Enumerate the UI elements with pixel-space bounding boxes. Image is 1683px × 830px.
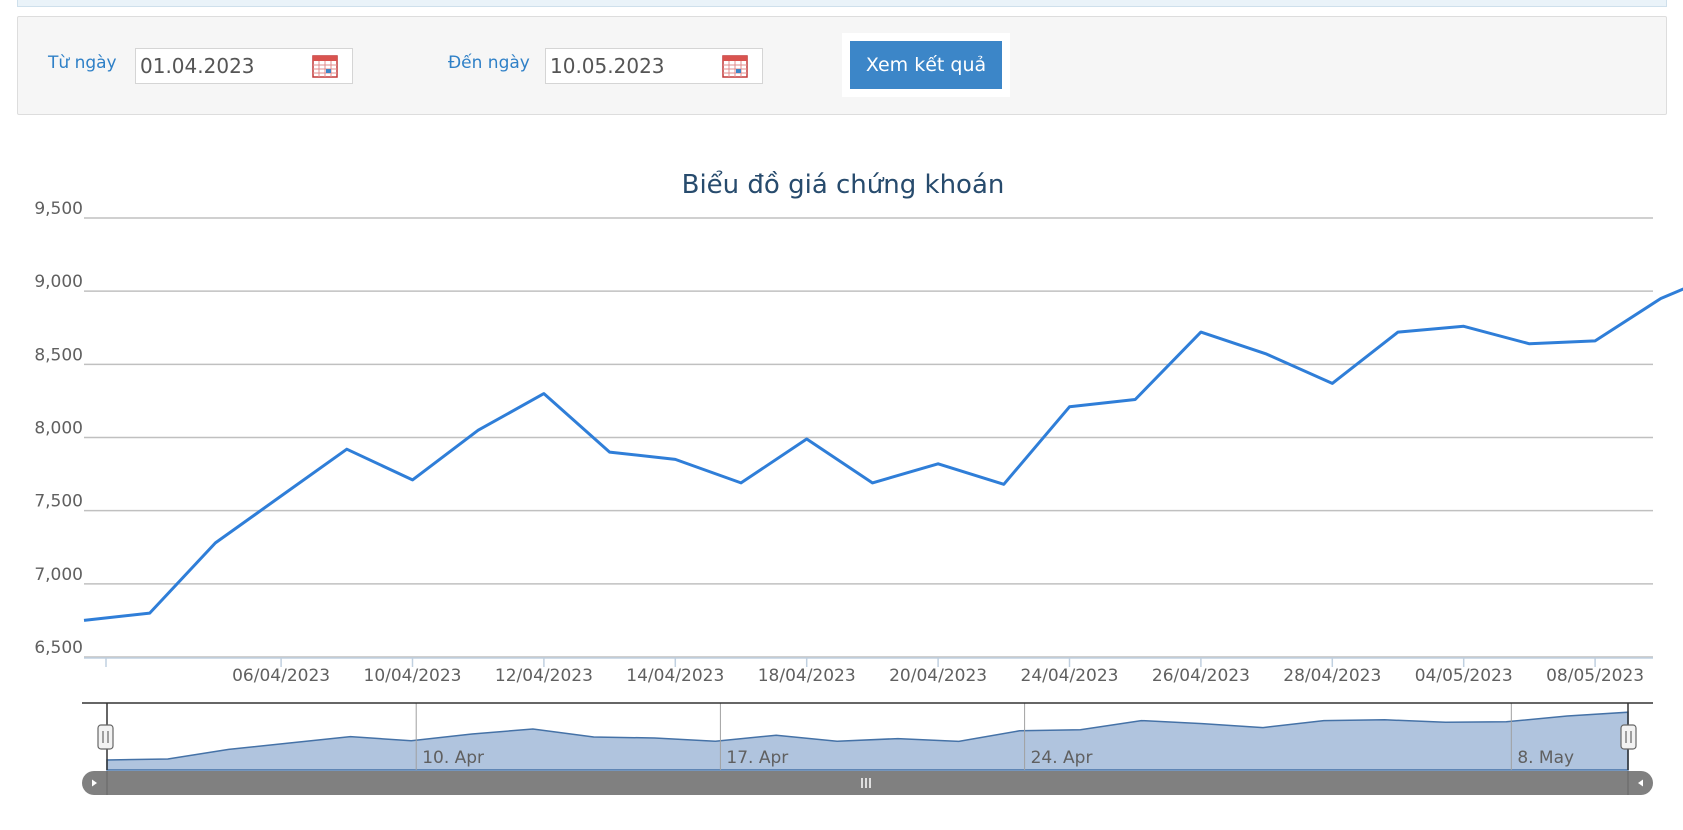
x-tick-label: 20/04/2023 xyxy=(889,666,987,686)
y-tick-label: 7,500 xyxy=(34,492,83,512)
navigator-label: 10. Apr xyxy=(422,748,484,768)
chart-grid xyxy=(84,217,1653,658)
y-tick-label: 7,000 xyxy=(34,565,83,585)
navigator-area xyxy=(106,711,1629,771)
scrollbar[interactable] xyxy=(82,771,1653,795)
navigator[interactable]: 10. Apr 17. Apr 24. Apr 8. May xyxy=(82,702,1653,771)
x-tick-label: 08/05/2023 xyxy=(1546,666,1644,686)
x-tick-label: 14/04/2023 xyxy=(626,666,724,686)
y-tick-label: 6,500 xyxy=(34,638,83,658)
navigator-handle-left[interactable] xyxy=(97,724,114,750)
price-series-points xyxy=(82,269,1683,623)
x-tick-label: 26/04/2023 xyxy=(1152,666,1250,686)
x-tick-label: 18/04/2023 xyxy=(758,666,856,686)
x-tick-label: 06/04/2023 xyxy=(232,666,330,686)
navigator-label: 24. Apr xyxy=(1031,748,1093,768)
x-axis: 06/04/2023 10/04/2023 12/04/2023 14/04/2023… xyxy=(84,657,1653,686)
x-tick-label: 12/04/2023 xyxy=(495,666,593,686)
y-tick-label: 9,500 xyxy=(34,199,83,219)
x-tick-label: 28/04/2023 xyxy=(1283,666,1381,686)
navigator-label: 8. May xyxy=(1517,748,1574,768)
scrollbar-thumb[interactable] xyxy=(107,771,1628,795)
y-tick-label: 8,500 xyxy=(34,345,83,365)
y-axis: 6,500 7,000 7,500 8,000 8,500 9,000 9,500 xyxy=(34,199,83,658)
price-series-line[interactable] xyxy=(83,271,1683,622)
y-tick-label: 8,000 xyxy=(34,419,83,439)
x-tick-label: 24/04/2023 xyxy=(1021,666,1119,686)
navigator-label: 17. Apr xyxy=(726,748,788,768)
chart-title: Biểu đồ giá chứng khoán xyxy=(682,169,1005,200)
x-tick-label: 04/05/2023 xyxy=(1415,666,1513,686)
price-chart: Biểu đồ giá chứng khoán 6,500 7,000 7,500 8… xyxy=(34,169,1683,795)
y-tick-label: 9,000 xyxy=(34,272,83,292)
x-tick-label: 10/04/2023 xyxy=(364,666,462,686)
navigator-handle-right[interactable] xyxy=(1620,724,1637,750)
